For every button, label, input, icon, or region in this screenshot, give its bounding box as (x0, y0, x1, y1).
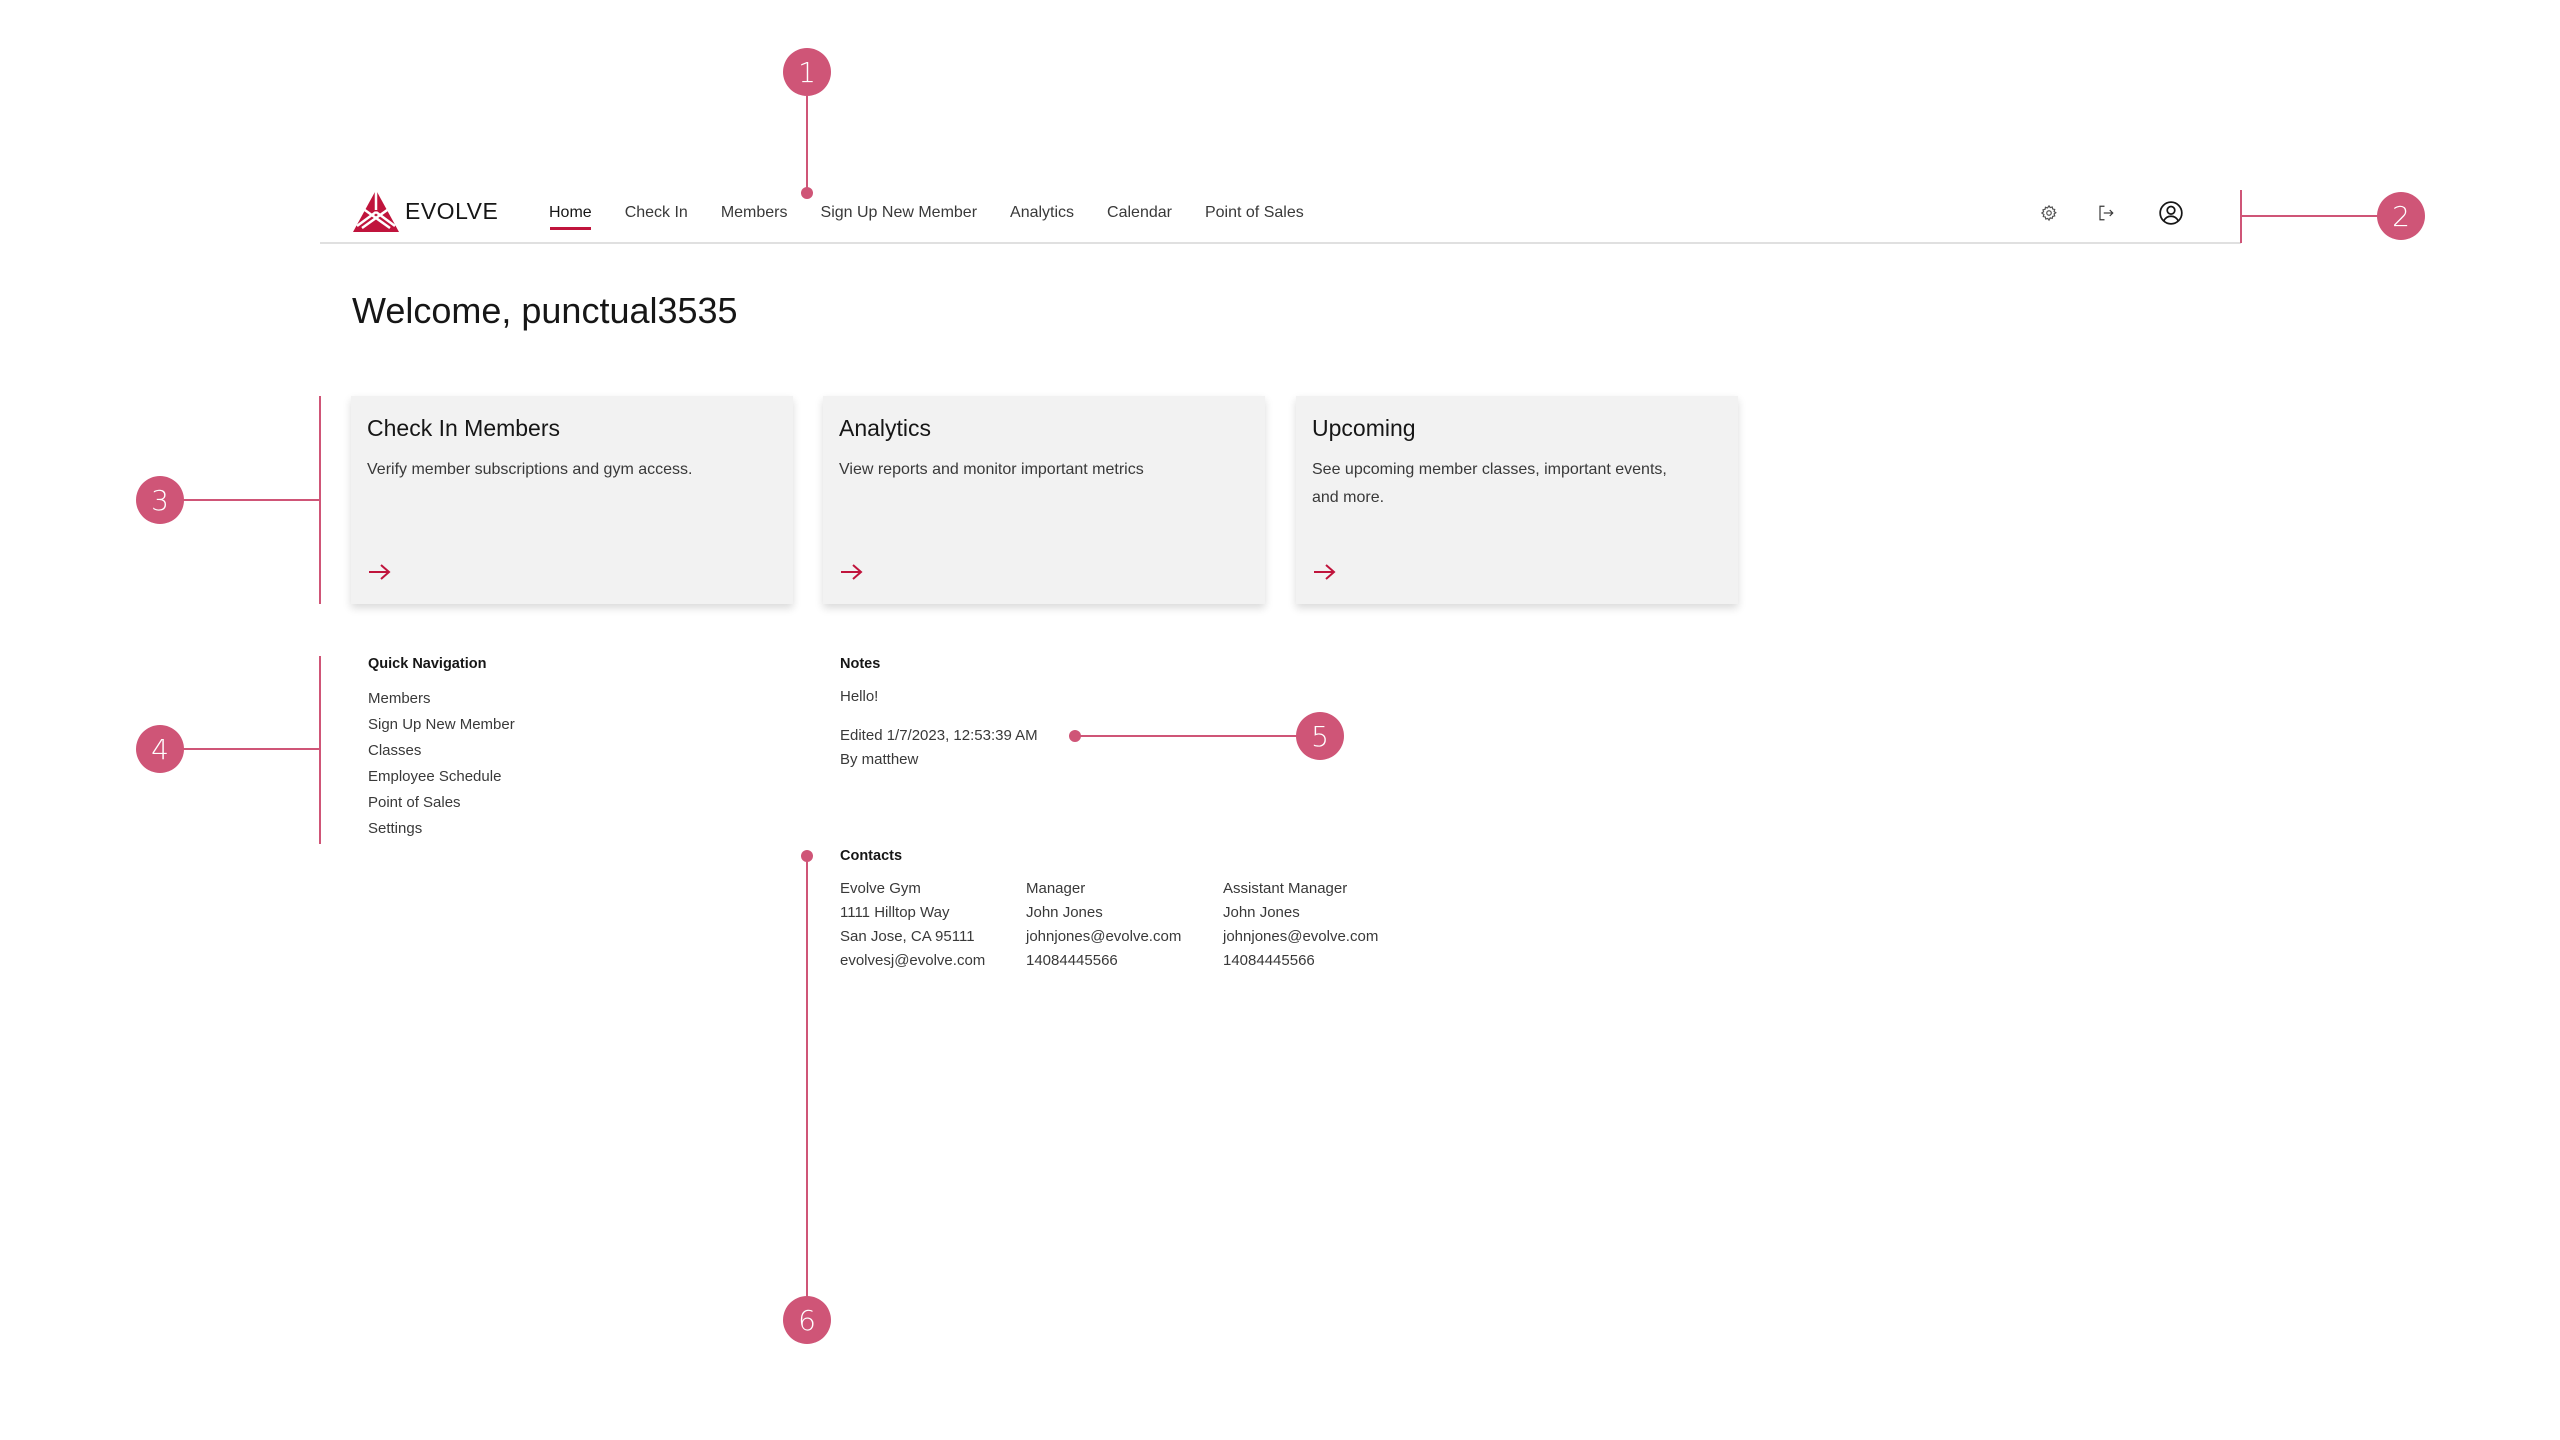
annotation-5-line (1075, 735, 1305, 737)
annotation-4-marker: 4 (136, 725, 184, 773)
annotation-2-marker: 2 (2377, 192, 2425, 240)
contact-line: John Jones (1026, 904, 1103, 921)
quick-nav-sign-up-new-member[interactable]: Sign Up New Member (368, 712, 515, 738)
arrow-right-icon[interactable] (839, 562, 865, 582)
contact-manager: Manager John Jones johnjones@evolve.com … (1026, 877, 1223, 973)
contact-email[interactable]: evolvesj@evolve.com (840, 949, 1026, 973)
annotation-3-line (170, 499, 320, 501)
card-description: See upcoming member classes, important e… (1312, 461, 1667, 506)
logout-icon[interactable] (2097, 204, 2115, 222)
annotation-5-marker: 5 (1296, 712, 1344, 760)
nav-sign-up-new-member[interactable]: Sign Up New Member (821, 202, 978, 222)
annotation-6-line (806, 856, 808, 1300)
quick-nav-members[interactable]: Members (368, 686, 515, 712)
nav-point-of-sales[interactable]: Point of Sales (1205, 202, 1304, 222)
brand-name: EVOLVE (405, 197, 499, 224)
top-header: EVOLVE Home Check In Members Sign Up New… (320, 180, 2241, 244)
contact-line: 1111 Hilltop Way (840, 904, 950, 921)
contacts-title: Contacts (840, 848, 903, 864)
contact-email[interactable]: johnjones@evolve.com (1223, 925, 1378, 949)
card-check-in-members[interactable]: Check In Members Verify member subscript… (351, 396, 793, 604)
contacts-table: Evolve Gym 1111 Hilltop Way San Jose, CA… (840, 877, 1378, 973)
annotation-4-line (170, 748, 320, 750)
contact-line: Assistant Manager (1223, 880, 1348, 897)
annotation-2-line (2241, 215, 2381, 217)
card-title: Check In Members (367, 415, 561, 441)
notes-title: Notes (840, 656, 881, 672)
annotation-6-marker: 6 (783, 1296, 831, 1344)
card-description: Verify member subscriptions and gym acce… (367, 461, 693, 478)
annotation-1-line (806, 96, 808, 193)
nav-members[interactable]: Members (721, 202, 788, 222)
notes-content: Hello! (840, 688, 879, 705)
contact-line: John Jones (1223, 904, 1300, 921)
main-nav: Home Check In Members Sign Up New Member… (549, 180, 1337, 244)
nav-calendar[interactable]: Calendar (1107, 202, 1172, 222)
contact-phone: 14084445566 (1026, 952, 1118, 969)
card-title: Upcoming (1312, 415, 1416, 441)
quick-nav-settings[interactable]: Settings (368, 816, 515, 842)
annotation-1-marker: 1 (783, 48, 831, 96)
contact-assistant-manager: Assistant Manager John Jones johnjones@e… (1223, 877, 1378, 973)
nav-home[interactable]: Home (549, 202, 592, 230)
quick-nav-classes[interactable]: Classes (368, 738, 515, 764)
arrow-right-icon[interactable] (367, 562, 393, 582)
quick-nav-employee-schedule[interactable]: Employee Schedule (368, 764, 515, 790)
contact-line: Manager (1026, 880, 1086, 897)
notes-author: By matthew (840, 751, 919, 768)
annotation-4-bracket (319, 656, 321, 844)
annotation-1-dot (801, 187, 813, 199)
card-analytics[interactable]: Analytics View reports and monitor impor… (823, 396, 1265, 604)
contact-line: Evolve Gym (840, 880, 921, 897)
quick-navigation-list: Members Sign Up New Member Classes Emplo… (368, 686, 515, 842)
nav-check-in[interactable]: Check In (625, 202, 688, 222)
arrow-right-icon[interactable] (1312, 562, 1338, 582)
contact-email[interactable]: johnjones@evolve.com (1026, 925, 1223, 949)
card-title: Analytics (839, 415, 932, 441)
contact-phone: 14084445566 (1223, 952, 1315, 969)
contact-line: San Jose, CA 95111 (840, 928, 975, 945)
nav-analytics[interactable]: Analytics (1010, 202, 1074, 222)
user-profile-icon[interactable] (2158, 200, 2184, 226)
card-upcoming[interactable]: Upcoming See upcoming member classes, im… (1296, 396, 1738, 604)
logo[interactable]: EVOLVE (353, 190, 498, 232)
card-description: View reports and monitor important metri… (839, 461, 1144, 478)
welcome-heading: Welcome, punctual3535 (352, 290, 738, 331)
annotation-3-marker: 3 (136, 476, 184, 524)
notes-edited-timestamp: Edited 1/7/2023, 12:53:39 AM (840, 727, 1038, 744)
settings-icon[interactable] (2040, 204, 2058, 222)
evolve-logo-icon (353, 190, 399, 232)
quick-navigation-title: Quick Navigation (368, 656, 487, 672)
quick-nav-point-of-sales[interactable]: Point of Sales (368, 790, 515, 816)
contact-gym: Evolve Gym 1111 Hilltop Way San Jose, CA… (840, 877, 1026, 973)
